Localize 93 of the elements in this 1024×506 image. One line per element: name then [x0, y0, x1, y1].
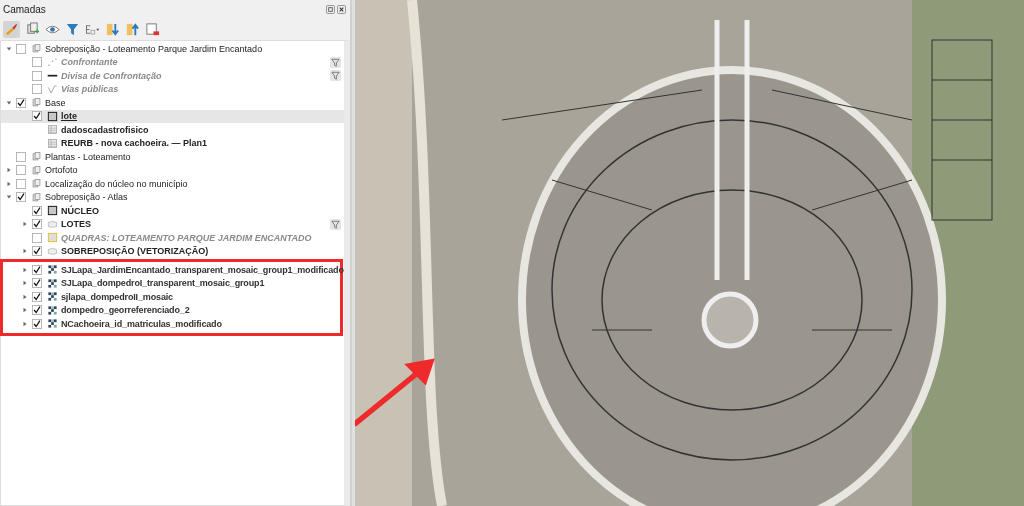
checkbox[interactable] — [16, 97, 26, 108]
checkbox[interactable] — [32, 111, 42, 122]
layer-row[interactable]: Plantas - Loteamento — [1, 150, 344, 164]
layer-name: Sobreposição - Loteamento Parque Jardim Encantado — [45, 43, 263, 54]
layer-name: LOTES — [61, 219, 91, 230]
line-symbol-icon — [47, 83, 58, 95]
checkbox[interactable] — [32, 278, 42, 289]
checkbox[interactable] — [16, 192, 26, 203]
layer-name: NÚCLEO — [61, 205, 99, 216]
checkbox[interactable] — [32, 305, 42, 316]
polygon-icon — [47, 205, 58, 217]
layer-row[interactable]: Sobreposição - Atlas — [1, 190, 344, 204]
layer-name: Plantas - Loteamento — [45, 151, 131, 162]
layer-name: dompedro_georreferenciado_2 — [61, 305, 190, 316]
collapse-arrow-icon[interactable] — [5, 194, 12, 201]
layer-name: QUADRAS: LOTEAMENTO PARQUE JARDIM ENCANTADO — [61, 232, 312, 243]
collapse-all-icon[interactable] — [125, 21, 140, 37]
layer-name: SJLapa_dompedroI_transparent_mosaic_group1 — [61, 278, 265, 289]
raster-icon — [47, 277, 58, 289]
table-icon — [47, 137, 58, 149]
layer-name: SOBREPOSIÇÃO (VETORIZAÇÃO) — [61, 246, 209, 257]
expand-arrow-icon[interactable] — [21, 221, 28, 228]
group-layers-icon — [31, 178, 42, 190]
layer-row[interactable]: dompedro_georreferenciado_2 — [1, 303, 340, 317]
group-layers-icon — [31, 164, 42, 176]
expand-arrow-icon[interactable] — [21, 248, 28, 255]
checkbox[interactable] — [32, 246, 42, 257]
checkbox[interactable] — [16, 151, 26, 162]
filter-icon[interactable] — [65, 21, 80, 37]
style-brush-icon[interactable] — [3, 20, 20, 38]
group-layers-icon — [31, 191, 42, 203]
layer-name: NCachoeira_id_matriculas_modificado — [61, 318, 222, 329]
layer-row[interactable]: SOBREPOSIÇÃO (VETORIZAÇÃO) — [1, 244, 344, 258]
expand-arrow-icon[interactable] — [5, 180, 12, 187]
layer-row[interactable]: dadoscadastrofisico — [1, 123, 344, 137]
layer-row[interactable]: lote — [1, 109, 344, 123]
layer-row[interactable]: Sobreposição - Loteamento Parque Jardim Encantado — [1, 42, 344, 56]
add-group-icon[interactable] — [25, 21, 40, 37]
layer-name: Divisa de Confrontação — [61, 70, 162, 81]
layer-name: Ortofoto — [45, 165, 78, 176]
checkbox[interactable] — [16, 165, 26, 176]
raster-icon — [47, 304, 58, 316]
layer-name: REURB - nova cachoeira. — Plan1 — [61, 138, 208, 149]
layer-name: Base — [45, 97, 66, 108]
expand-arrow-icon[interactable] — [21, 280, 28, 287]
panel-title: Camadas — [3, 3, 46, 15]
table-icon — [47, 124, 58, 136]
checkbox[interactable] — [32, 205, 42, 216]
layer-name: dadoscadastrofisico — [61, 124, 149, 135]
rule-icon — [47, 218, 58, 230]
layer-row[interactable]: LOTES — [1, 217, 344, 231]
layer-row[interactable]: sjlapa_dompedroII_mosaic — [1, 290, 340, 304]
group-layers-icon — [31, 43, 42, 55]
polygon-icon — [47, 232, 58, 244]
layer-row[interactable]: SJLapa_dompedroI_transparent_mosaic_group1 — [1, 276, 340, 290]
layer-row[interactable]: NÚCLEO — [1, 204, 344, 218]
rule-icon — [47, 245, 58, 257]
expand-arrow-icon[interactable] — [21, 266, 28, 273]
expand-arrow-icon[interactable] — [5, 167, 12, 174]
layer-name: lote — [61, 111, 77, 122]
raster-icon — [47, 291, 58, 303]
layer-name: Sobreposição - Atlas — [45, 192, 128, 203]
raster-icon — [47, 318, 58, 330]
raster-icon — [47, 264, 58, 276]
expand-arrow-icon[interactable] — [21, 307, 28, 314]
layer-row[interactable]: REURB - nova cachoeira. — Plan1 — [1, 136, 344, 150]
checkbox[interactable] — [16, 178, 26, 189]
checkbox[interactable] — [32, 291, 42, 302]
layer-row[interactable]: Ortofoto — [1, 163, 344, 177]
close-icon[interactable] — [337, 4, 346, 14]
polygon-icon — [47, 110, 58, 122]
layer-name: Vias públicas — [61, 84, 119, 95]
expand-all-icon[interactable] — [105, 21, 120, 37]
checkbox[interactable] — [32, 264, 42, 275]
filter-icon[interactable] — [330, 218, 341, 230]
expand-arrow-icon[interactable] — [21, 320, 28, 327]
point-icon — [47, 56, 58, 68]
expand-arrow-icon[interactable] — [21, 293, 28, 300]
layer-row[interactable]: Base — [1, 96, 344, 110]
remove-layer-icon[interactable] — [145, 21, 160, 37]
layer-row[interactable]: NCachoeira_id_matriculas_modificado — [1, 317, 340, 331]
checkbox[interactable] — [32, 318, 42, 329]
layer-name: Localização do núcleo no município — [45, 178, 188, 189]
checkbox[interactable] — [16, 43, 26, 54]
checkbox[interactable] — [32, 219, 42, 230]
layer-name: sjlapa_dompedroII_mosaic — [61, 291, 173, 302]
layer-name: Confrontante — [61, 57, 118, 68]
group-layers-icon — [31, 97, 42, 109]
collapse-arrow-icon[interactable] — [5, 45, 12, 52]
collapse-arrow-icon[interactable] — [5, 99, 12, 106]
group-layers-icon — [31, 151, 42, 163]
layer-row[interactable]: Localização do núcleo no município — [1, 177, 344, 191]
float-icon[interactable] — [326, 4, 335, 14]
